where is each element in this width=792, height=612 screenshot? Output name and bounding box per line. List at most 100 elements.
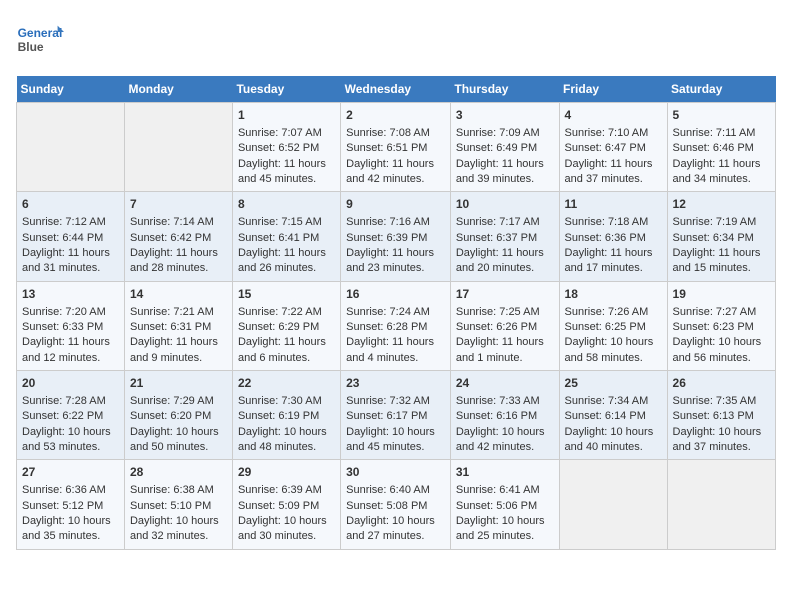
calendar-cell: 30Sunrise: 6:40 AMSunset: 5:08 PMDayligh… — [341, 460, 451, 549]
sunset: Sunset: 6:46 PM — [673, 142, 754, 154]
day-number: 18 — [565, 286, 662, 303]
svg-text:General: General — [18, 26, 63, 40]
calendar-cell: 19Sunrise: 7:27 AMSunset: 6:23 PMDayligh… — [667, 281, 775, 370]
daylight: Daylight: 10 hours and 56 minutes. — [673, 336, 762, 363]
calendar-cell: 17Sunrise: 7:25 AMSunset: 6:26 PMDayligh… — [450, 281, 559, 370]
calendar-cell: 11Sunrise: 7:18 AMSunset: 6:36 PMDayligh… — [559, 192, 667, 281]
col-header-saturday: Saturday — [667, 76, 775, 103]
week-row-4: 20 Sunrise: 7:28 AM Sunset: 6:22 PM Dayligh… — [17, 371, 776, 460]
daylight: Daylight: 11 hours and 23 minutes. — [346, 247, 434, 274]
day-number: 14 — [130, 286, 227, 303]
sunrise: Sunrise: 7:28 AM — [22, 395, 106, 407]
sunset: Sunset: 6:23 PM — [673, 321, 754, 333]
sunset: Sunset: 6:16 PM — [456, 410, 537, 422]
week-row-2: 6Sunrise: 7:12 AMSunset: 6:44 PMDaylight… — [17, 192, 776, 281]
sunset: Sunset: 6:17 PM — [346, 410, 427, 422]
day-number: 20 — [22, 375, 119, 392]
day-number: 5 — [673, 107, 770, 124]
calendar-cell: 14 Sunrise: 7:21 AM Sunset: 6:31 PM Dayligh… — [124, 281, 232, 370]
calendar-cell — [559, 460, 667, 549]
page-header: General Blue — [16, 16, 776, 64]
sunset: Sunset: 6:36 PM — [565, 232, 646, 244]
day-number: 29 — [238, 464, 335, 481]
daylight: Daylight: 11 hours and 31 minutes. — [22, 247, 110, 274]
day-number: 8 — [238, 196, 335, 213]
sunset: Sunset: 6:52 PM — [238, 142, 319, 154]
sunset: Sunset: 6:29 PM — [238, 321, 319, 333]
daylight: Daylight: 11 hours and 42 minutes. — [346, 158, 434, 185]
sunrise: Sunrise: 7:19 AM — [673, 216, 757, 228]
day-number: 25 — [565, 375, 662, 392]
day-number: 28 — [130, 464, 227, 481]
daylight: Daylight: 11 hours and 37 minutes. — [565, 158, 653, 185]
calendar-cell: 20 Sunrise: 7:28 AM Sunset: 6:22 PM Dayligh… — [17, 371, 125, 460]
sunset: Sunset: 6:31 PM — [130, 321, 211, 333]
col-header-wednesday: Wednesday — [341, 76, 451, 103]
sunset: Sunset: 6:51 PM — [346, 142, 427, 154]
sunrise: Sunrise: 7:07 AM — [238, 127, 322, 139]
sunset: Sunset: 5:06 PM — [456, 500, 537, 512]
calendar-cell: 27Sunrise: 6:36 AMSunset: 5:12 PMDayligh… — [17, 460, 125, 549]
daylight: Daylight: 11 hours and 6 minutes. — [238, 336, 326, 363]
calendar-cell: 28Sunrise: 6:38 AMSunset: 5:10 PMDayligh… — [124, 460, 232, 549]
sunrise: Sunrise: 7:16 AM — [346, 216, 430, 228]
day-number: 6 — [22, 196, 119, 213]
calendar-cell: 24Sunrise: 7:33 AMSunset: 6:16 PMDayligh… — [450, 371, 559, 460]
col-header-tuesday: Tuesday — [232, 76, 340, 103]
week-row-5: 27Sunrise: 6:36 AMSunset: 5:12 PMDayligh… — [17, 460, 776, 549]
sunrise: Sunrise: 6:41 AM — [456, 484, 540, 496]
sunset: Sunset: 6:22 PM — [22, 410, 103, 422]
calendar-cell — [124, 103, 232, 192]
sunset: Sunset: 6:14 PM — [565, 410, 646, 422]
sunrise: Sunrise: 7:35 AM — [673, 395, 757, 407]
daylight: Daylight: 11 hours and 9 minutes. — [130, 336, 218, 363]
sunset: Sunset: 6:26 PM — [456, 321, 537, 333]
logo-svg: General Blue — [16, 16, 64, 64]
logo: General Blue — [16, 16, 64, 64]
day-number: 7 — [130, 196, 227, 213]
day-number: 11 — [565, 196, 662, 213]
daylight: Daylight: 10 hours and 40 minutes. — [565, 426, 654, 453]
calendar-cell: 26Sunrise: 7:35 AMSunset: 6:13 PMDayligh… — [667, 371, 775, 460]
sunrise: Sunrise: 7:09 AM — [456, 127, 540, 139]
sunrise: Sunrise: 7:15 AM — [238, 216, 322, 228]
day-number: 9 — [346, 196, 445, 213]
header-row: SundayMondayTuesdayWednesdayThursdayFrid… — [17, 76, 776, 103]
sunrise: Sunrise: 7:27 AM — [673, 306, 757, 318]
sunset: Sunset: 5:08 PM — [346, 500, 427, 512]
day-number: 13 — [22, 286, 119, 303]
sunrise: Sunrise: 7:18 AM — [565, 216, 649, 228]
col-header-sunday: Sunday — [17, 76, 125, 103]
sunset: Sunset: 6:34 PM — [673, 232, 754, 244]
sunrise: Sunrise: 7:22 AM — [238, 306, 322, 318]
day-number: 4 — [565, 107, 662, 124]
sunset: Sunset: 6:39 PM — [346, 232, 427, 244]
calendar-cell: 29Sunrise: 6:39 AMSunset: 5:09 PMDayligh… — [232, 460, 340, 549]
sunrise: Sunrise: 7:26 AM — [565, 306, 649, 318]
sunset: Sunset: 6:20 PM — [130, 410, 211, 422]
day-number: 24 — [456, 375, 554, 392]
daylight: Daylight: 10 hours and 30 minutes. — [238, 515, 327, 542]
daylight: Daylight: 11 hours and 34 minutes. — [673, 158, 761, 185]
sunrise: Sunrise: 7:20 AM — [22, 306, 106, 318]
calendar-cell: 21Sunrise: 7:29 AMSunset: 6:20 PMDayligh… — [124, 371, 232, 460]
calendar-cell — [667, 460, 775, 549]
day-number: 12 — [673, 196, 770, 213]
daylight: Daylight: 11 hours and 28 minutes. — [130, 247, 218, 274]
sunrise: Sunrise: 7:21 AM — [130, 306, 214, 318]
sunrise: Sunrise: 7:14 AM — [130, 216, 214, 228]
daylight: Daylight: 10 hours and 32 minutes. — [130, 515, 219, 542]
daylight: Daylight: 10 hours and 53 minutes. — [22, 426, 111, 453]
day-number: 2 — [346, 107, 445, 124]
sunrise: Sunrise: 7:32 AM — [346, 395, 430, 407]
day-number: 17 — [456, 286, 554, 303]
daylight: Daylight: 10 hours and 48 minutes. — [238, 426, 327, 453]
sunset: Sunset: 6:33 PM — [22, 321, 103, 333]
day-number: 3 — [456, 107, 554, 124]
daylight: Daylight: 10 hours and 35 minutes. — [22, 515, 111, 542]
day-number: 26 — [673, 375, 770, 392]
daylight: Daylight: 10 hours and 42 minutes. — [456, 426, 545, 453]
calendar-cell: 22Sunrise: 7:30 AMSunset: 6:19 PMDayligh… — [232, 371, 340, 460]
calendar-cell: 5Sunrise: 7:11 AMSunset: 6:46 PMDaylight… — [667, 103, 775, 192]
sunset: Sunset: 6:25 PM — [565, 321, 646, 333]
